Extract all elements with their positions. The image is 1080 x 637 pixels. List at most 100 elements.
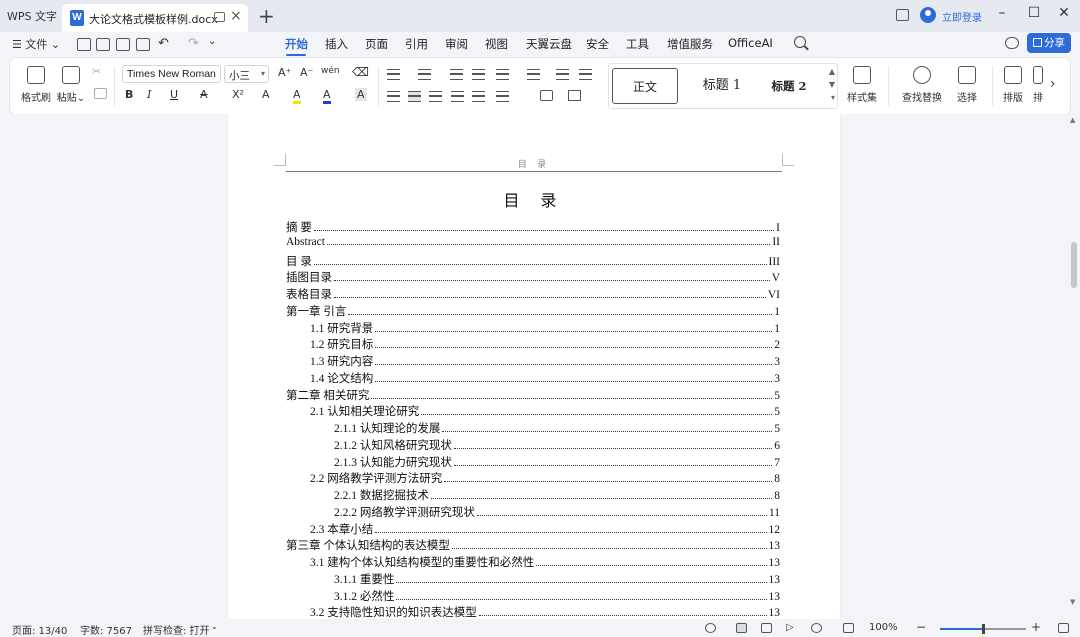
outline-view-icon[interactable] [761,623,772,633]
copy-icon[interactable] [94,88,107,99]
distribute-icon[interactable] [472,91,485,102]
grow-font-button[interactable]: A⁺ [278,66,291,79]
paste-button[interactable]: 粘贴⌄ [54,64,88,104]
borders-icon[interactable] [568,90,581,101]
tab-references[interactable]: 引用 [405,36,428,52]
decrease-indent-icon[interactable] [450,69,463,80]
window-mode-icon[interactable] [214,12,225,22]
spell-check-status[interactable]: 拼写检查: 打开 [143,622,210,637]
redo-icon[interactable]: ↷ [188,36,199,51]
tab-insert[interactable]: 插入 [325,36,348,52]
toc-entry[interactable]: 2.1.2 认知风格研究现状 6 [334,437,780,454]
undo-icon[interactable]: ↶ [158,36,169,51]
vertical-scrollbar[interactable]: ▲ ▼ [1068,114,1080,619]
fullscreen-icon[interactable] [1058,623,1069,633]
toc-entry[interactable]: 3.2 支持隐性知识的知识表达模型 13 [310,604,780,619]
toc-entry[interactable]: 3.1.1 重要性 13 [334,571,780,588]
pinyin-guide-button[interactable]: wén [321,66,340,76]
search-icon[interactable] [794,36,806,48]
strikethrough-button[interactable]: A [200,88,208,101]
more-tools-button[interactable]: 排 [1030,64,1046,104]
toc-entry[interactable]: 1.4 论文结构 3 [310,370,780,387]
toc-entry[interactable]: 3.1 建构个体认知结构模型的重要性和必然性 13 [310,554,780,571]
web-view-icon[interactable] [811,623,822,633]
toc-entry[interactable]: 2.1.3 认知能力研究现状 7 [334,454,780,471]
toc-entry[interactable]: 3.1.2 必然性 13 [334,588,780,605]
gallery-expand-icon[interactable]: ▾ [831,93,835,102]
toc-entry[interactable]: 目 录 III [286,253,780,270]
shrink-font-button[interactable]: A⁻ [300,66,313,79]
font-color-button[interactable]: A [323,88,331,104]
toc-entry[interactable]: 摘 要I [286,219,780,236]
format-painter-button[interactable]: 格式刷 [19,64,53,104]
font-name-select[interactable]: Times New Roman [122,65,221,83]
minimize-button[interactable]: – [992,5,1012,21]
tab-page[interactable]: 页面 [365,36,388,52]
toc-entry[interactable]: 1.1 研究背景 1 [310,320,780,337]
line-spacing-icon[interactable] [496,91,509,102]
tab-tools[interactable]: 工具 [626,36,649,52]
scroll-down-icon[interactable]: ▼ [1070,598,1075,606]
chevron-down-icon[interactable]: ⌄ [211,622,218,631]
chevron-up-icon[interactable]: ▲ [829,67,835,76]
style-set-button[interactable]: 样式集 [843,64,881,104]
document-area[interactable]: 目 录 目 录 摘 要 I Abstract II 目 录 III 插图目录 V 表格目录 VI 第… [0,114,1068,619]
login-link[interactable]: 立即登录 [942,9,982,24]
tab-officeai[interactable]: OfficeAI [728,36,773,50]
user-avatar-icon[interactable] [920,7,936,23]
toc-entry[interactable]: 2.1.1 认知理论的发展 5 [334,420,780,437]
toc-entry[interactable]: 2.2.2 网络教学评测研究现状 11 [334,504,780,521]
clear-format-icon[interactable]: ⌫ [352,65,369,79]
toc-entry[interactable]: 2.1 认知相关理论研究 5 [310,403,780,420]
align-right-icon[interactable] [429,91,442,102]
reading-mode-icon[interactable]: ▷ [786,622,794,633]
cloud-sync-icon[interactable] [1005,37,1019,49]
new-tab-button[interactable]: + [258,4,275,28]
style-heading-1[interactable]: 标题 1 [687,68,757,104]
zoom-out-button[interactable]: − [916,620,926,634]
show-marks-icon[interactable] [579,69,592,80]
toc-entry[interactable]: Abstract II [286,236,780,253]
close-window-button[interactable]: ✕ [1054,5,1074,21]
fit-page-icon[interactable] [843,623,854,633]
print-preview-icon[interactable] [136,38,150,51]
align-center-icon[interactable] [408,91,421,102]
toc-entry[interactable]: 第一章 引言 1 [286,303,780,320]
numbered-list-icon[interactable] [418,69,431,80]
tab-home[interactable]: 开始 [285,36,308,52]
text-effects-button[interactable]: A [262,88,270,101]
toc-entry[interactable]: 表格目录 VI [286,286,780,303]
line-break-icon[interactable] [527,69,540,80]
font-size-select[interactable]: 小三 ▾ [224,65,269,83]
underline-button[interactable]: U [170,88,178,101]
document-tab[interactable]: W 大论文格式模板样例.docx × [62,4,248,32]
tab-cloud-drive[interactable]: 天翼云盘 [526,36,572,52]
eye-protection-icon[interactable] [705,623,716,633]
scroll-up-icon[interactable]: ▲ [1070,116,1075,124]
zoom-slider-handle[interactable] [982,624,985,634]
scrollbar-thumb[interactable] [1071,242,1077,288]
toc-entry[interactable]: 1.2 研究目标 2 [310,336,780,353]
toc-entry[interactable]: 1.3 研究内容 3 [310,353,780,370]
sort-icon[interactable] [556,69,569,80]
zoom-slider[interactable] [940,624,1026,634]
maximize-button[interactable]: ☐ [1024,5,1044,21]
page-counter[interactable]: 页面: 13/40 [12,622,67,637]
quick-access-more-icon[interactable]: ⌄ [208,36,216,47]
toc-entry[interactable]: 插图目录 V [286,269,780,286]
align-left-icon[interactable] [387,91,400,102]
text-direction-icon[interactable] [496,69,509,80]
print-icon[interactable] [116,38,130,51]
increase-indent-icon[interactable] [472,69,485,80]
toc-entry[interactable]: 2.2.1 数据挖掘技术 8 [334,487,780,504]
zoom-in-button[interactable]: + [1031,620,1041,634]
select-button[interactable]: 选择 [950,64,984,104]
ribbon-scroll-right-icon[interactable]: › [1050,76,1056,92]
justify-icon[interactable] [451,91,464,102]
tab-value-added[interactable]: 增值服务 [667,36,713,52]
window-layout-icon[interactable] [896,9,909,21]
shading-icon[interactable] [540,90,553,101]
cut-icon[interactable]: ✂ [92,65,101,78]
toc-entry[interactable]: 2.3 本章小结 12 [310,521,780,538]
word-count[interactable]: 字数: 7567 [80,622,132,637]
